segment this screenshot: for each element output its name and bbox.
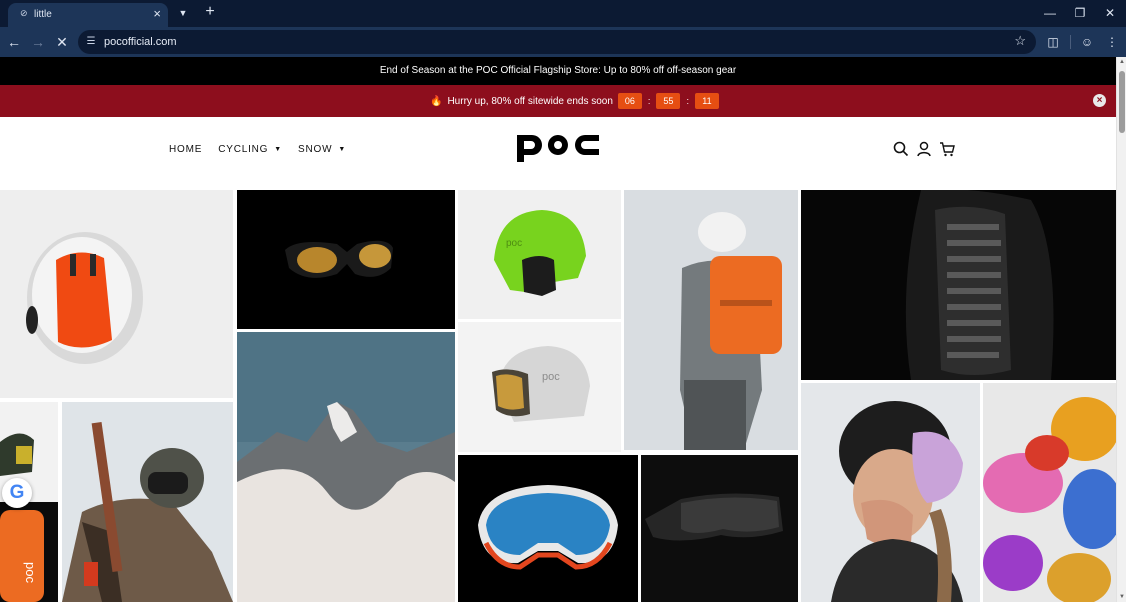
address-url[interactable]: pocofficial.com xyxy=(104,36,177,48)
window-close-icon[interactable]: ✕ xyxy=(1100,4,1120,22)
extensions-icon[interactable]: ◫ xyxy=(1044,33,1062,51)
promo-bar: 🔥 Hurry up, 80% off sitewide ends soon 0… xyxy=(0,85,1116,117)
gallery-tile-goggles-blue[interactable] xyxy=(458,455,638,602)
gallery-tile-lenses[interactable] xyxy=(983,383,1116,602)
svg-text:poc: poc xyxy=(23,562,38,583)
tab-loading-icon: ⊘ xyxy=(20,8,28,18)
countdown-seconds: 11 xyxy=(694,93,719,109)
product-gallery: poc poc poc xyxy=(0,190,1116,602)
toolbar-divider xyxy=(1070,35,1071,49)
bookmark-star-icon[interactable]: ☆ xyxy=(1014,33,1026,49)
helmet-image xyxy=(26,232,143,364)
page-viewport: End of Season at the POC Official Flagsh… xyxy=(0,57,1126,602)
scroll-down-icon[interactable]: ▼ xyxy=(1118,594,1126,600)
chevron-down-icon: ▼ xyxy=(338,146,347,153)
woman-goggles-image xyxy=(831,401,963,602)
sunglasses-image xyxy=(285,240,393,278)
cart-icon[interactable] xyxy=(939,141,955,157)
nav-cycling-label: CYCLING xyxy=(218,144,269,155)
mountain-image xyxy=(237,332,455,602)
browser-toolbar: ← → ✕ ☰ pocofficial.com ☆ ◫ ☺ ⋮ xyxy=(0,27,1126,57)
stop-loading-icon[interactable]: ✕ xyxy=(53,33,71,51)
gallery-tile-helmet-orange[interactable] xyxy=(0,190,233,398)
gallery-tile-camo-skier[interactable] xyxy=(62,402,233,602)
gallery-tile-backpack-skier[interactable] xyxy=(624,190,798,450)
search-icon[interactable] xyxy=(893,141,909,157)
chevron-down-icon: ▼ xyxy=(274,146,282,153)
page-scrollbar[interactable]: ▲ ▼ xyxy=(1116,57,1126,602)
gallery-tile-helmet-green[interactable]: poc xyxy=(458,190,621,319)
new-tab-icon[interactable]: + xyxy=(202,3,218,21)
site-info-icon[interactable]: ☰ xyxy=(84,34,98,50)
scroll-up-icon[interactable]: ▲ xyxy=(1118,59,1126,65)
spine-protector-image xyxy=(905,190,1054,380)
promo-text: Hurry up, 80% off sitewide ends soon xyxy=(447,95,613,107)
browser-tab[interactable]: ⊘ little × xyxy=(8,3,168,27)
goggle-lenses-image xyxy=(983,397,1116,602)
countdown-separator: : xyxy=(647,96,651,106)
gallery-tile-woman-goggles[interactable] xyxy=(801,383,980,602)
scrollbar-thumb[interactable] xyxy=(1119,71,1125,133)
address-bar[interactable]: ☰ pocofficial.com ☆ xyxy=(78,30,1036,54)
skier-backpack-image xyxy=(680,212,782,450)
green-helmet-image: poc xyxy=(494,210,586,296)
gallery-tile-sunglasses-gold[interactable] xyxy=(237,190,455,329)
camo-skier-image xyxy=(62,422,233,602)
profile-icon[interactable]: ☺ xyxy=(1078,33,1096,51)
tab-search-icon[interactable]: ▼ xyxy=(176,6,190,20)
restore-icon[interactable]: ❐ xyxy=(1070,4,1090,22)
browser-tab-strip: ⊘ little × ▼ + — ❐ ✕ xyxy=(0,0,1126,27)
orange-backpack-image: poc xyxy=(0,510,44,602)
nav-home[interactable]: HOME xyxy=(169,144,202,155)
poc-logo[interactable] xyxy=(515,129,601,163)
gallery-tile-shield-sunglasses[interactable] xyxy=(641,455,798,602)
tab-title: little xyxy=(34,9,52,20)
account-icon[interactable] xyxy=(916,141,932,157)
browser-menu-icon[interactable]: ⋮ xyxy=(1103,33,1121,51)
gallery-tile-mountain[interactable] xyxy=(237,332,455,602)
gallery-tile-spine-protector[interactable] xyxy=(801,190,1116,380)
blue-goggles-image xyxy=(478,485,618,570)
site-header: HOME CYCLING ▼ SNOW ▼ xyxy=(0,117,1116,190)
nav-snow[interactable]: SNOW ▼ xyxy=(298,144,346,155)
tab-close-icon[interactable]: × xyxy=(153,6,161,21)
gallery-tile-orange-backpack[interactable]: poc xyxy=(0,502,58,602)
visor-helmet-image: poc xyxy=(492,346,590,422)
countdown-hours: 06 xyxy=(617,93,642,109)
announcement-bar: End of Season at the POC Official Flagsh… xyxy=(0,57,1116,85)
minimize-icon[interactable]: — xyxy=(1040,4,1060,22)
countdown-separator: : xyxy=(686,96,689,106)
nav-snow-label: SNOW xyxy=(298,144,333,155)
svg-text:poc: poc xyxy=(542,371,560,383)
promo-close-icon[interactable]: × xyxy=(1093,94,1106,107)
main-nav: HOME CYCLING ▼ SNOW ▼ xyxy=(169,144,346,155)
nav-home-label: HOME xyxy=(169,144,203,155)
nav-cycling[interactable]: CYCLING ▼ xyxy=(218,144,282,155)
back-icon[interactable]: ← xyxy=(5,33,23,51)
shield-sunglasses-image xyxy=(645,493,783,541)
gallery-tile-helmet-visor[interactable]: poc xyxy=(458,322,621,452)
flame-icon: 🔥 xyxy=(430,95,443,107)
forward-icon[interactable]: → xyxy=(29,33,47,51)
google-badge-icon[interactable]: G xyxy=(2,478,32,508)
countdown-minutes: 55 xyxy=(656,93,681,109)
svg-text:poc: poc xyxy=(506,238,522,249)
